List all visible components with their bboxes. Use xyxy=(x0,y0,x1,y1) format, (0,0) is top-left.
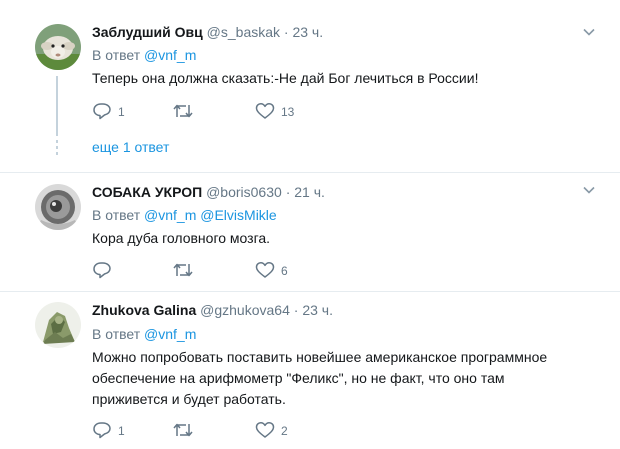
tweet-text-line: обеспечение на арифмометр "Феликс", но н… xyxy=(92,370,505,386)
mention-link[interactable]: @vnf_m xyxy=(144,326,196,342)
display-name[interactable]: Заблудший Овц xyxy=(92,24,203,40)
retweet-icon xyxy=(173,423,193,437)
tweet-text-line: приживется и будет работать. xyxy=(92,391,286,407)
chevron-down-icon[interactable] xyxy=(582,25,596,39)
retweet-icon xyxy=(173,104,193,118)
display-name[interactable]: Zhukova Galina xyxy=(92,302,196,318)
tweet-header: Заблудший Овц @s_baskak · 23 ч. xyxy=(92,23,323,41)
reply-prefix: В ответ xyxy=(92,207,141,223)
thread-line xyxy=(56,76,58,136)
timestamp[interactable]: 23 ч. xyxy=(292,24,323,40)
heart-icon xyxy=(255,422,275,438)
tweet-header: Zhukova Galina @gzhukova64 · 23 ч. xyxy=(92,301,333,319)
reply-prefix: В ответ xyxy=(92,326,141,342)
chevron-down-icon[interactable] xyxy=(582,183,596,197)
timestamp[interactable]: 23 ч. xyxy=(302,302,333,318)
tweet-header: СОБАКА УКРОП @boris0630 · 21 ч. xyxy=(92,183,325,201)
avatar[interactable] xyxy=(35,184,81,230)
display-name[interactable]: СОБАКА УКРОП xyxy=(92,184,202,200)
reply-context: В ответ @vnf_m xyxy=(92,325,196,343)
tweet-text: Можно попробовать поставить новейшее аме… xyxy=(92,347,592,410)
separator-dot: · xyxy=(283,24,289,40)
tweet-3[interactable]: Zhukova Galina @gzhukova64 · 23 ч. В отв… xyxy=(0,292,620,449)
retweet-icon xyxy=(173,263,193,277)
like-count: 2 xyxy=(281,424,288,438)
avatar[interactable] xyxy=(35,24,81,70)
heart-icon xyxy=(255,262,275,278)
reply-icon xyxy=(93,422,111,439)
user-handle[interactable]: @s_baskak xyxy=(207,24,280,40)
thread-dot xyxy=(56,152,58,155)
like-count: 13 xyxy=(281,105,295,119)
mention-link[interactable]: @vnf_m xyxy=(144,47,196,63)
reply-context: В ответ @vnf_m xyxy=(92,46,196,64)
tweet-2[interactable]: СОБАКА УКРОП @boris0630 · 21 ч. В ответ … xyxy=(0,173,620,291)
tweet-1[interactable]: Заблудший Овц @s_baskak · 23 ч. В ответ … xyxy=(0,0,620,172)
tweet-text: Теперь она должна сказать:-Не дай Бог ле… xyxy=(92,70,479,86)
reply-context: В ответ @vnf_m @ElvisMikle xyxy=(92,206,277,224)
user-handle[interactable]: @gzhukova64 xyxy=(200,302,290,318)
reply-count: 1 xyxy=(118,424,125,438)
reply-count: 1 xyxy=(118,105,125,119)
thread-dot xyxy=(56,140,58,143)
reply-icon xyxy=(93,103,111,120)
user-handle[interactable]: @boris0630 xyxy=(206,184,282,200)
heart-icon xyxy=(255,103,275,119)
show-more-replies-link[interactable]: еще 1 ответ xyxy=(92,139,169,155)
separator-dot: · xyxy=(285,184,291,200)
avatar[interactable] xyxy=(35,302,81,348)
tweet-text-line: Можно попробовать поставить новейшее аме… xyxy=(92,349,548,365)
tweet-text: Кора дуба головного мозга. xyxy=(92,230,271,246)
reply-prefix: В ответ xyxy=(92,47,141,63)
timestamp[interactable]: 21 ч. xyxy=(294,184,325,200)
reply-icon xyxy=(93,262,111,279)
like-count: 6 xyxy=(281,264,288,278)
thread-dot xyxy=(56,146,58,149)
separator-dot: · xyxy=(293,302,299,318)
mention-link[interactable]: @vnf_m @ElvisMikle xyxy=(144,207,277,223)
